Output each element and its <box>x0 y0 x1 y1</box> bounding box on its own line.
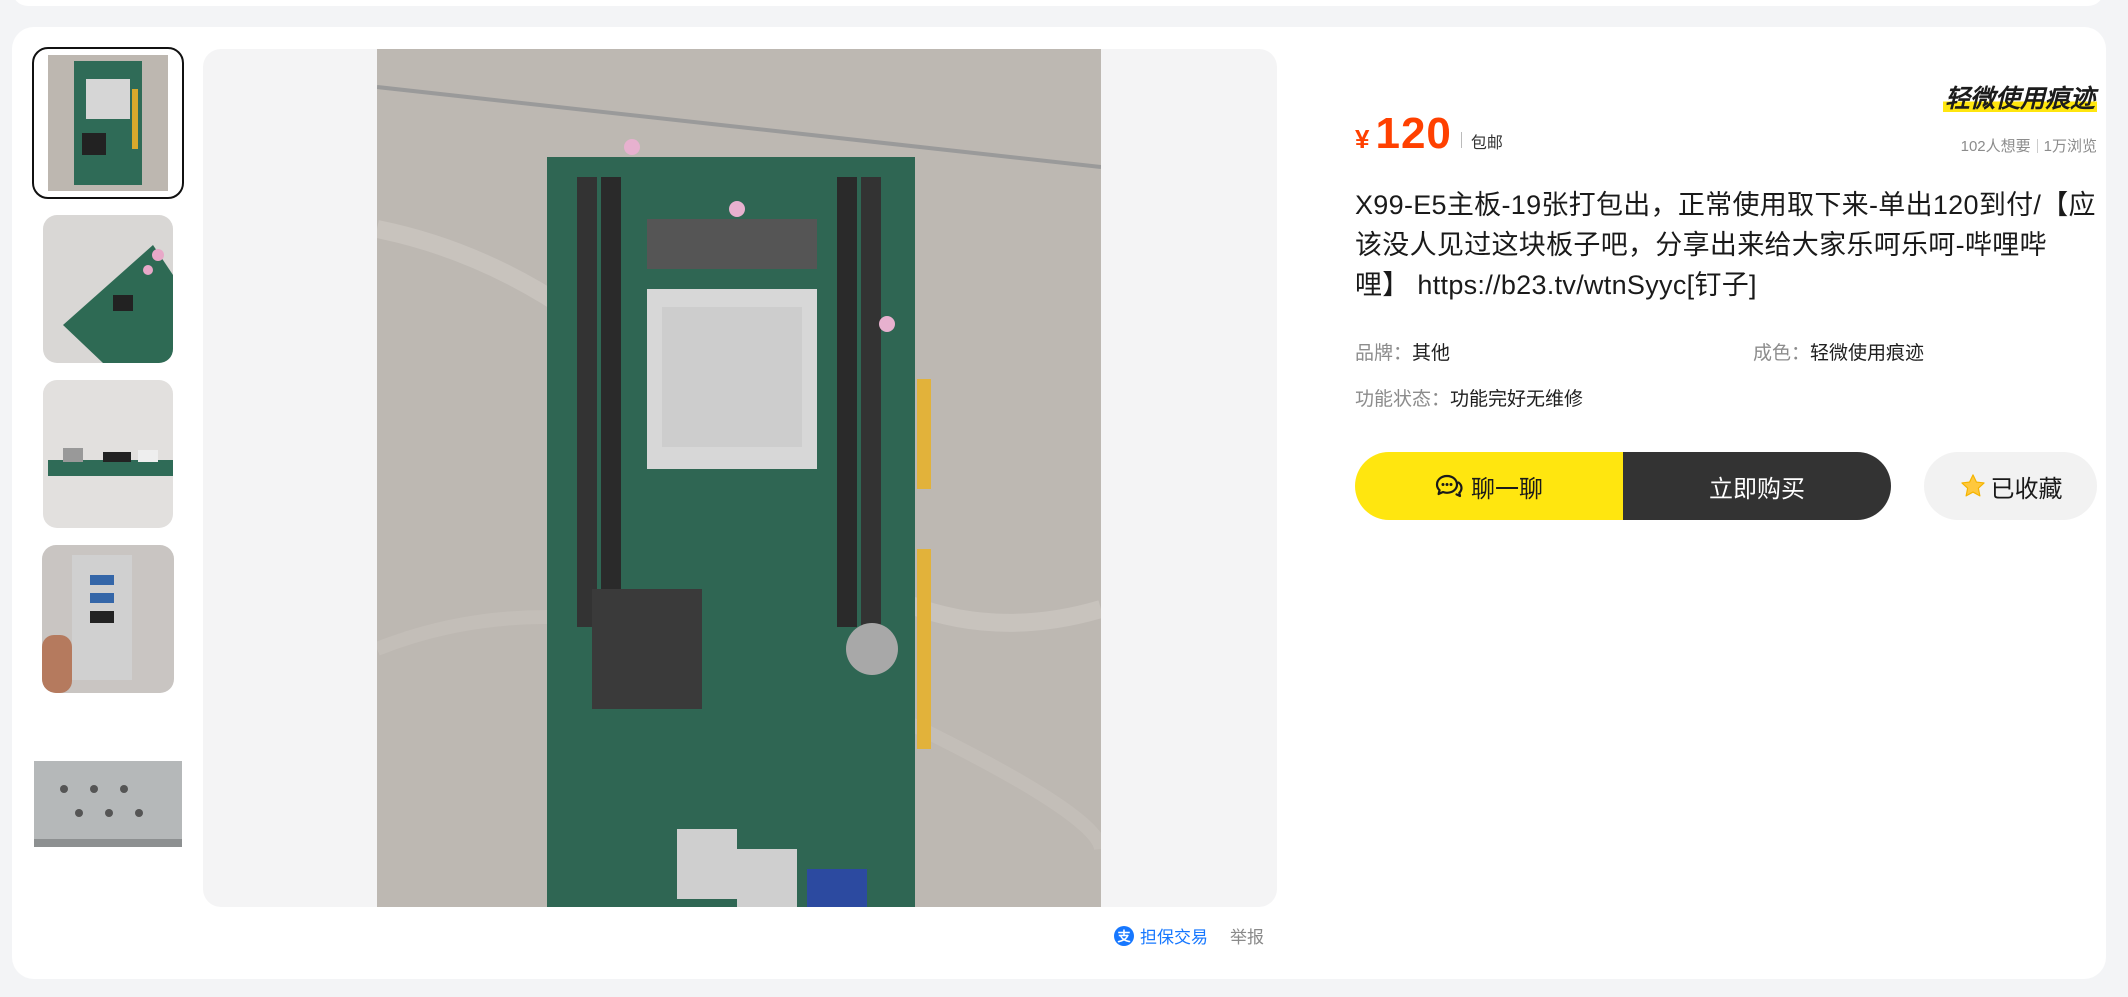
stats-divider <box>2036 138 2038 153</box>
chat-bubble-icon <box>1435 474 1463 498</box>
favorite-label: 已收藏 <box>1990 475 2063 503</box>
price-value: 120 <box>1375 109 1452 158</box>
stats: 102人想要 1万浏览 <box>1961 135 2097 156</box>
favorite-button[interactable]: 已收藏 <box>1924 452 2097 520</box>
product-title: X99-E5主板-19张打包出，正常使用取下来-单出120到付/【应该没人见过这… <box>1355 190 2096 300</box>
condition-tag: 轻微使用痕迹 <box>1942 79 2097 115</box>
currency-symbol: ¥ <box>1355 124 1370 154</box>
shipping-label: 包邮 <box>1470 135 1503 152</box>
thumbnail-2[interactable] <box>43 215 173 363</box>
function-key: 功能状态： <box>1355 388 1451 410</box>
star-icon <box>1960 474 1985 497</box>
main-image-viewer[interactable] <box>203 49 1277 907</box>
function-attribute: 功能状态： 功能完好无维修 <box>1355 384 1583 411</box>
guarantee-link[interactable]: 支 担保交易 <box>1114 923 1208 948</box>
alipay-icon: 支 <box>1114 925 1134 946</box>
thumbnail-1[interactable] <box>32 47 184 199</box>
thumbnail-1-image <box>34 49 182 197</box>
image-footer-links: 支 担保交易 举报 <box>1114 923 1264 948</box>
condition-key: 成色： <box>1753 342 1811 364</box>
report-link[interactable]: 举报 <box>1230 923 1264 948</box>
chat-label: 聊一聊 <box>1471 475 1543 503</box>
thumbnail-5-image <box>34 761 182 847</box>
main-product-photo <box>377 49 1101 907</box>
previous-card-edge <box>12 0 2104 6</box>
brand-attribute: 品牌： 其他 <box>1355 338 1753 365</box>
thumbnail-4[interactable] <box>42 545 174 693</box>
function-value: 功能完好无维修 <box>1450 388 1584 410</box>
brand-value: 其他 <box>1412 342 1451 364</box>
thumbnail-4-image <box>42 545 174 693</box>
thumbnail-3[interactable] <box>43 380 173 528</box>
wants-count: 102人想要 <box>1960 138 2031 155</box>
buy-now-button[interactable]: 立即购买 <box>1623 452 1891 520</box>
attribute-list: 品牌： 其他 成色： 轻微使用痕迹 功能状态： 功能完好无维修 <box>1355 328 2097 420</box>
thumbnail-5[interactable] <box>34 761 182 847</box>
thumbnail-3-image <box>43 380 173 528</box>
brand-key: 品牌： <box>1355 342 1413 364</box>
price-divider <box>1460 132 1462 148</box>
chat-button[interactable]: 聊一聊 <box>1355 452 1623 520</box>
views-count: 1万浏览 <box>2043 138 2097 155</box>
attribute-row: 功能状态： 功能完好无维修 <box>1355 374 2097 420</box>
thumbnail-2-image <box>43 215 173 363</box>
buy-label: 立即购买 <box>1709 475 1805 503</box>
attribute-row: 品牌： 其他 成色： 轻微使用痕迹 <box>1355 328 2097 374</box>
product-detail-card: 支 担保交易 举报 轻微使用痕迹 ¥ 120 包邮 102人想要 1万浏览 X9… <box>12 27 2106 979</box>
guarantee-label: 担保交易 <box>1140 928 1208 947</box>
price-row: ¥ 120 包邮 <box>1355 109 1503 159</box>
condition-attribute: 成色： 轻微使用痕迹 <box>1753 338 1924 365</box>
condition-value: 轻微使用痕迹 <box>1810 342 1925 364</box>
action-buttons: 聊一聊 立即购买 已收藏 <box>1355 452 2097 520</box>
